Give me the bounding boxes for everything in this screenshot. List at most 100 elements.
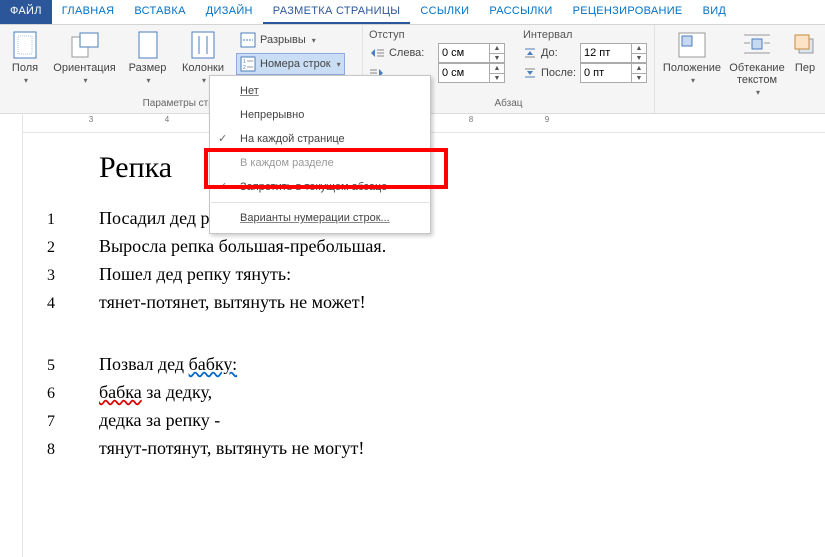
indent-left-label: Слева: [389,47,434,59]
line-numbers-icon: 12 [240,56,256,72]
columns-icon [188,30,218,60]
line-numbers-button[interactable]: 12 Номера строк ▾ [236,53,345,75]
spinner-up-icon[interactable]: ▲ [490,44,504,54]
size-icon [133,30,163,60]
doc-title: Репка [99,151,825,185]
dd-continuous[interactable]: Непрерывно [210,103,430,127]
line-text: тянут-потянут, вытянуть не могут! [99,435,364,462]
position-button[interactable]: Положение ▾ [661,28,723,85]
spacing-header: Интервал [523,28,647,43]
chevron-down-icon: ▾ [83,76,87,85]
dd-none[interactable]: Нет [210,79,430,103]
tab-design[interactable]: ДИЗАЙН [196,0,263,24]
tab-references[interactable]: ССЫЛКИ [410,0,479,24]
orientation-icon [70,30,100,60]
breaks-label: Разрывы [260,34,306,46]
tab-home[interactable]: ГЛАВНАЯ [52,0,125,24]
doc-line: 1Посадил дед репку. [47,205,825,233]
line-number: 3 [47,262,99,289]
size-label: Размер [129,62,167,74]
tab-mailings[interactable]: РАССЫЛКИ [479,0,562,24]
spacing-before-label: До: [541,47,576,59]
forward-label: Пер [795,62,815,74]
spinner-down-icon[interactable]: ▼ [490,54,504,63]
dd-options[interactable]: Варианты нумерации строк... [210,206,430,230]
chevron-down-icon: ▾ [312,36,316,45]
line-text: тянет-потянет, вытянуть не может! [99,289,366,316]
line-number: 6 [47,380,99,407]
columns-label: Колонки [182,62,224,74]
line-number: 4 [47,290,99,317]
bring-forward-button[interactable]: Пер [791,28,819,74]
line-text: Позвал дед бабку: [99,351,237,378]
spacing-before-icon [523,47,537,59]
line-number: 5 [47,352,99,379]
line-text: Пошел дед репку тянуть: [99,261,291,288]
dd-each-section[interactable]: В каждом разделе [210,151,430,175]
tab-file[interactable]: ФАЙЛ [0,0,52,24]
indent-left-icon [369,47,385,59]
vertical-ruler [0,114,23,557]
wrap-text-button[interactable]: Обтекание текстом ▾ [727,28,787,97]
line-numbers-dropdown: Нет Непрерывно ✓На каждой странице В каж… [209,75,431,234]
doc-line: 8тянут-потянут, вытянуть не могут! [47,435,825,463]
chevron-down-icon: ▾ [337,60,341,69]
orientation-button[interactable]: Ориентация ▾ [52,28,117,85]
indent-header: Отступ [369,28,505,43]
doc-line: 6бабка за дедку, [47,379,825,407]
chevron-down-icon: ▾ [691,76,695,85]
doc-line: 4тянет-потянет, вытянуть не может! [47,289,825,317]
tab-bar: ФАЙЛ ГЛАВНАЯ ВСТАВКА ДИЗАЙН РАЗМЕТКА СТР… [0,0,825,25]
tab-insert[interactable]: ВСТАВКА [124,0,195,24]
indent-right-input[interactable] [439,65,489,81]
spacing-before-input[interactable] [581,45,631,61]
orientation-label: Ориентация [53,62,115,74]
check-icon: ✓ [218,132,227,145]
spinner-down-icon[interactable]: ▼ [632,54,646,63]
chevron-down-icon: ▾ [24,76,28,85]
doc-line: 5Позвал дед бабку: [47,351,825,379]
line-number: 1 [47,206,99,233]
line-text: дедка за репку - [99,407,220,434]
line-number: 8 [47,436,99,463]
forward-icon [790,30,820,60]
position-label: Положение [663,62,721,74]
spinner-up-icon[interactable]: ▲ [632,44,646,54]
spacing-before-spinner[interactable]: ▲▼ [580,43,647,63]
spacing-after-spinner[interactable]: ▲▼ [580,63,647,83]
ribbon: Поля▾ Ориентация▾ Размер▾ Колонки▾ Разры… [0,25,825,114]
tab-review[interactable]: РЕЦЕНЗИРОВАНИЕ [563,0,693,24]
breaks-icon [240,32,256,48]
spinner-down-icon[interactable]: ▼ [490,74,504,83]
arrange-group-label [661,98,819,112]
breaks-button[interactable]: Разрывы ▾ [236,30,345,50]
spinner-up-icon[interactable]: ▲ [490,64,504,74]
dd-each-page[interactable]: ✓На каждой странице [210,127,430,151]
spacing-after-icon [523,67,537,79]
doc-line: 2Выросла репка большая-пребольшая. [47,233,825,261]
chevron-down-icon: ▾ [202,76,206,85]
wrap-text-label: Обтекание текстом [727,62,787,86]
line-number: 2 [47,234,99,261]
indent-left-input[interactable] [439,45,489,61]
position-icon [677,30,707,60]
tab-view[interactable]: ВИД [693,0,737,24]
check-icon: ✓ [218,180,227,193]
spinner-up-icon[interactable]: ▲ [632,64,646,74]
chevron-down-icon: ▾ [756,88,760,97]
line-text: Выросла репка большая-пребольшая. [99,233,386,260]
line-text: бабка за дедку, [99,379,212,406]
svg-text:2: 2 [243,65,246,71]
tab-page-layout[interactable]: РАЗМЕТКА СТРАНИЦЫ [263,0,411,24]
indent-right-spinner[interactable]: ▲▼ [438,63,505,83]
size-button[interactable]: Размер▾ [125,28,170,85]
spacing-after-input[interactable] [581,65,631,81]
indent-left-spinner[interactable]: ▲▼ [438,43,505,63]
margins-button[interactable]: Поля▾ [6,28,44,85]
doc-line: 3Пошел дед репку тянуть: [47,261,825,289]
spinner-down-icon[interactable]: ▼ [632,74,646,83]
margins-icon [10,30,40,60]
line-numbers-label: Номера строк [260,58,331,70]
dd-suppress[interactable]: ✓Запретить в текущем абзаце [210,175,430,199]
line-number: 7 [47,408,99,435]
